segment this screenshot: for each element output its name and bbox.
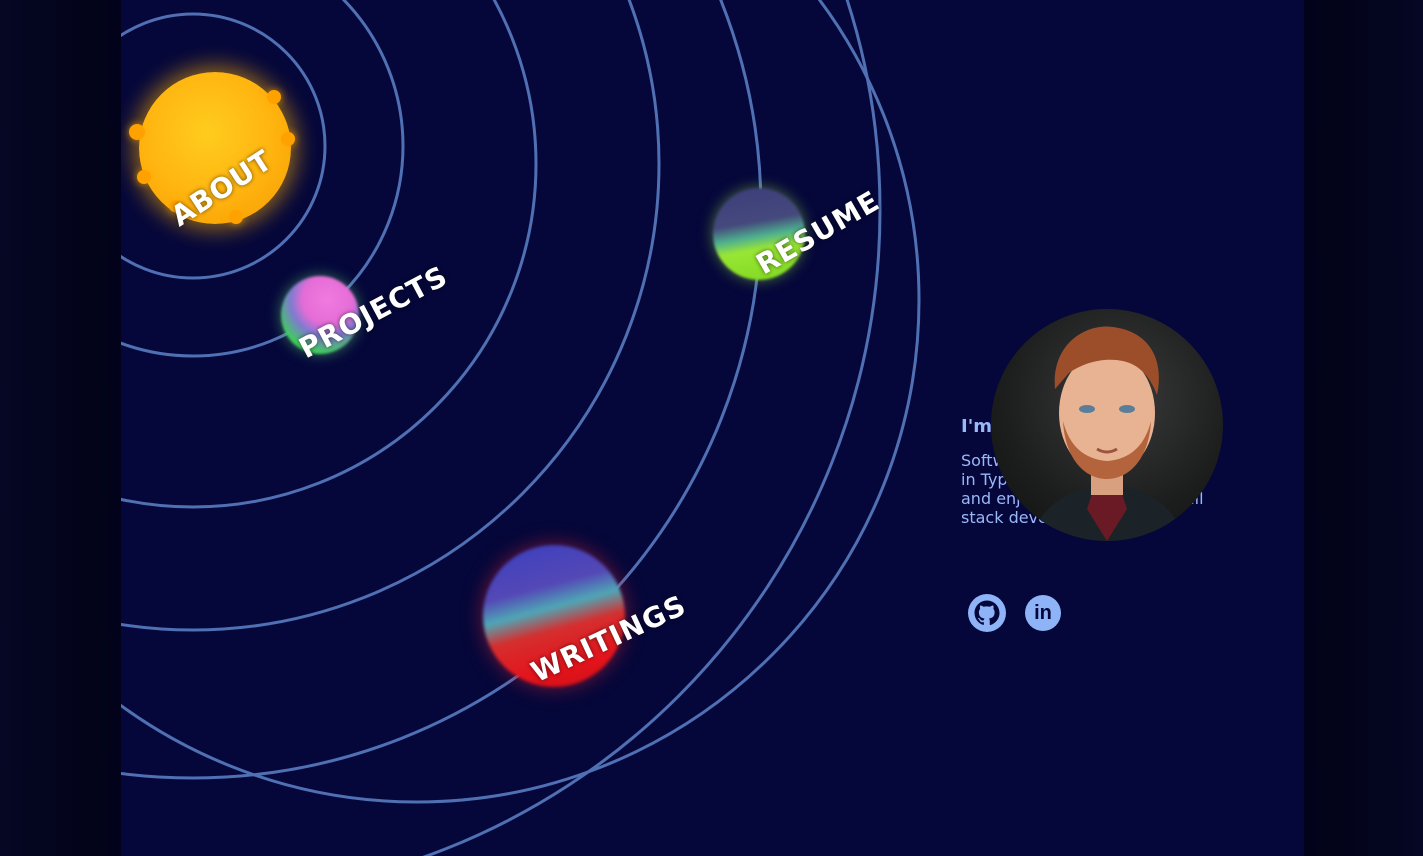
linkedin-link[interactable]: in <box>1025 595 1061 631</box>
linkedin-icon: in <box>1034 602 1052 624</box>
sun-flare <box>129 124 145 140</box>
orbit-ring <box>121 0 538 509</box>
sun-flare <box>267 90 281 104</box>
github-icon <box>974 600 1000 626</box>
right-backdrop <box>1304 0 1423 856</box>
github-link[interactable] <box>968 594 1006 632</box>
sun-flare <box>137 170 151 184</box>
solar-system-stage: About Projects Resume Writings I'm Softw… <box>121 0 1304 856</box>
portrait-illustration <box>1031 326 1185 541</box>
sun-flare <box>229 210 243 224</box>
left-backdrop <box>0 0 121 856</box>
sun-flare <box>281 132 295 146</box>
avatar <box>991 309 1223 541</box>
